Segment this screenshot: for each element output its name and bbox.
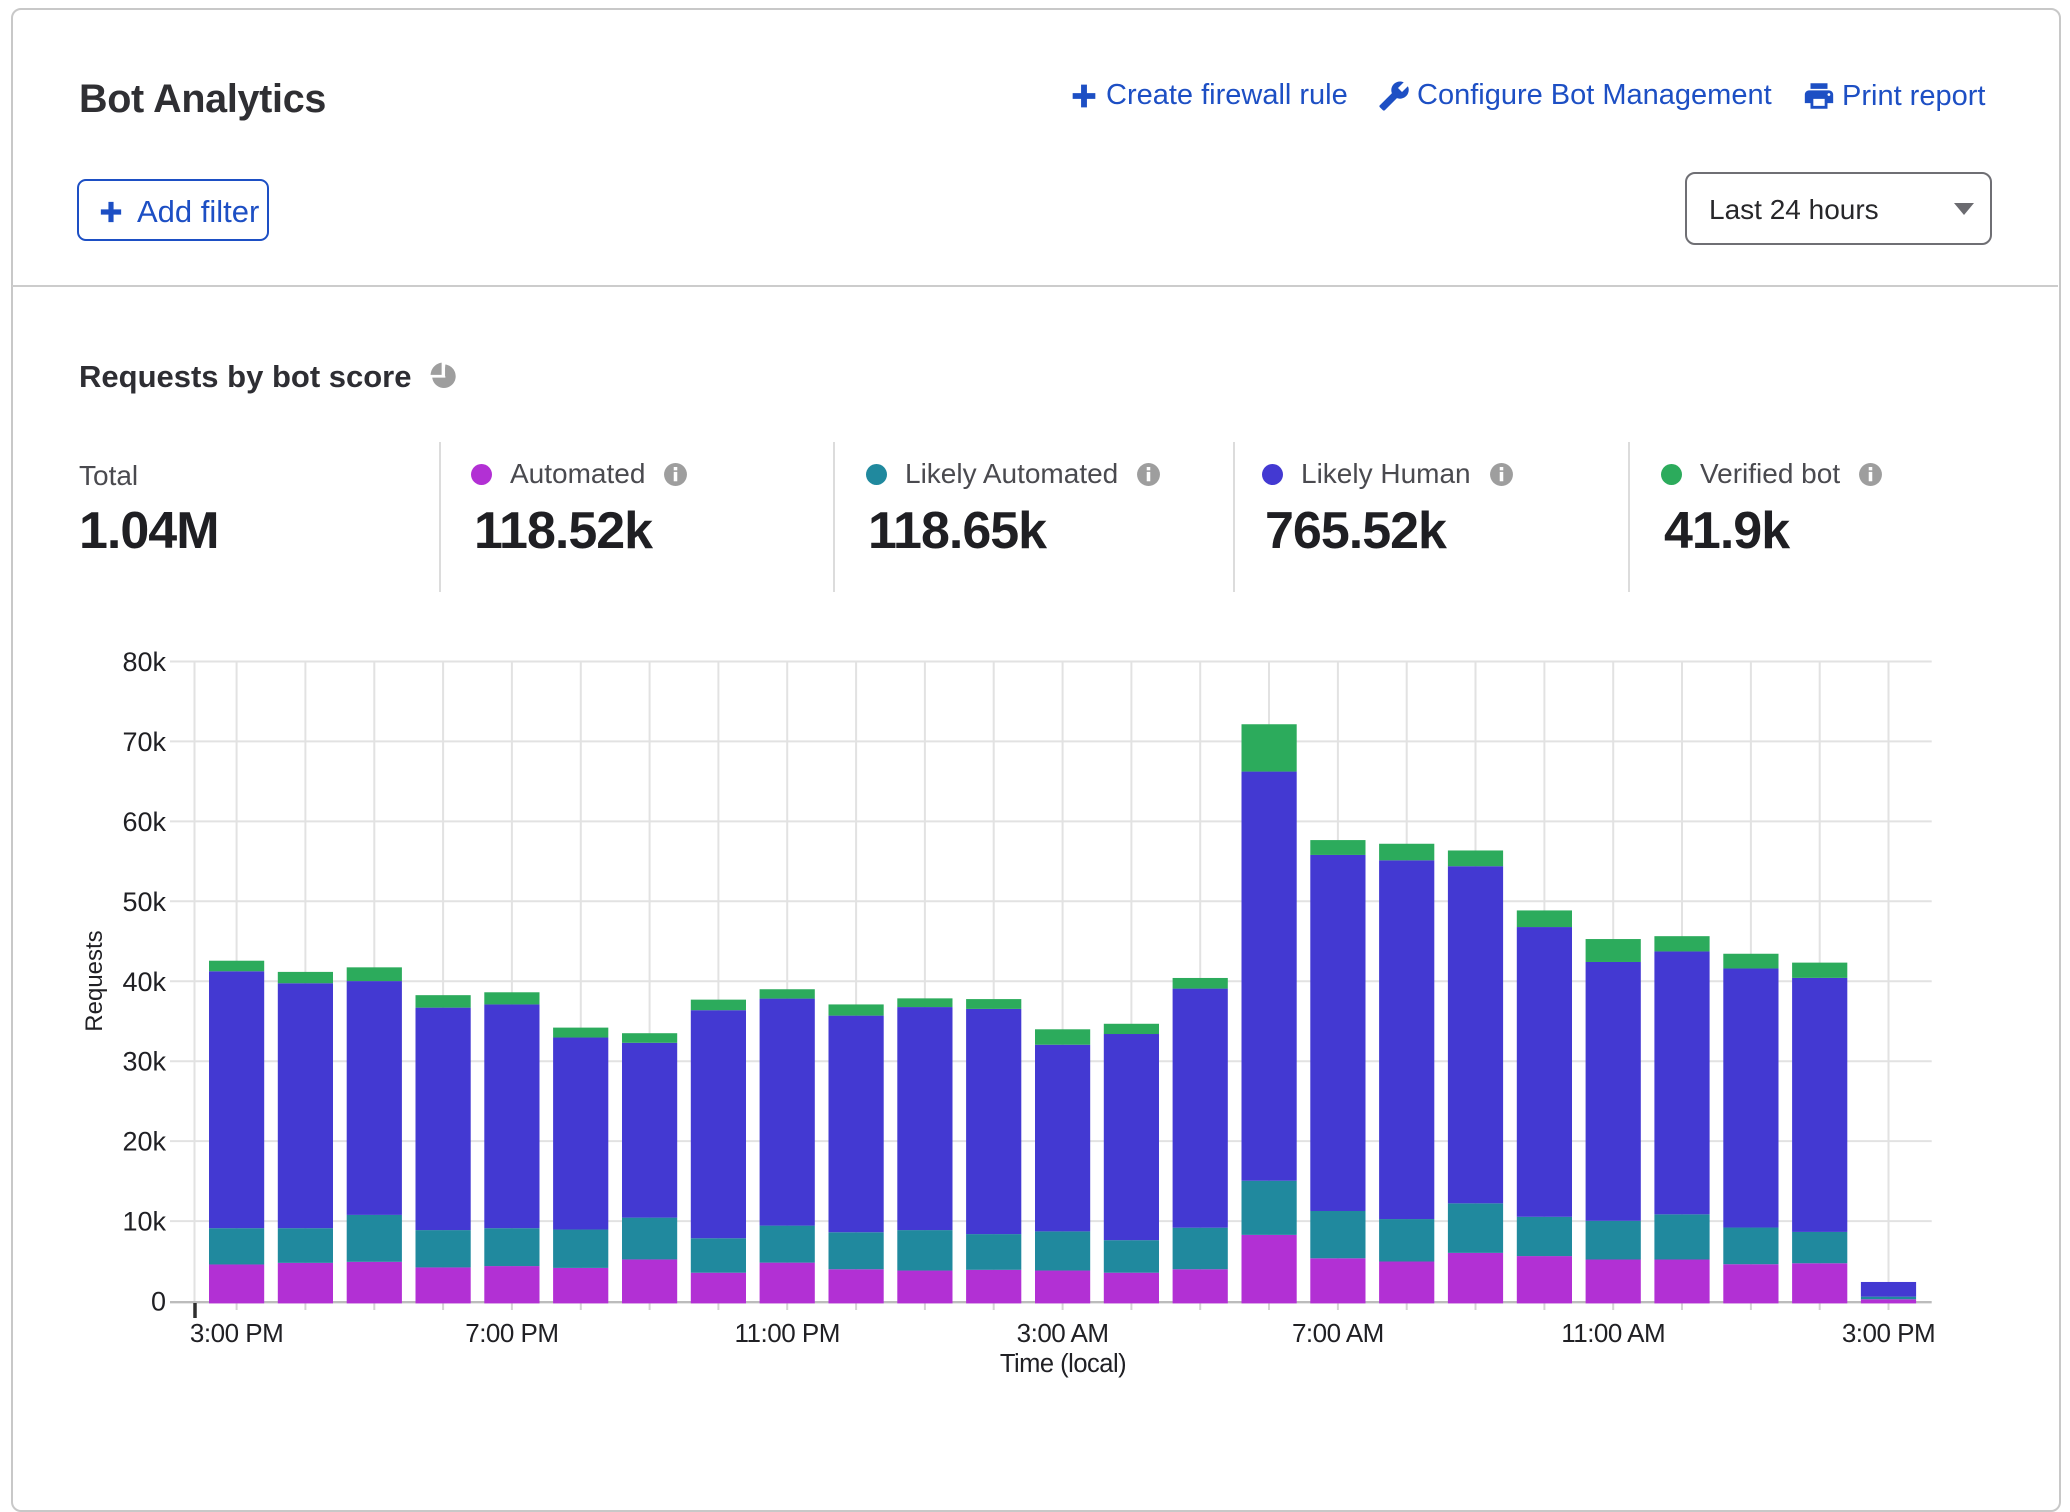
svg-text:60k: 60k bbox=[122, 807, 166, 837]
svg-text:20k: 20k bbox=[122, 1127, 166, 1157]
svg-text:70k: 70k bbox=[122, 727, 166, 757]
svg-text:7:00 AM: 7:00 AM bbox=[1292, 1318, 1384, 1348]
svg-text:10k: 10k bbox=[122, 1207, 166, 1237]
svg-text:3:00 AM: 3:00 AM bbox=[1017, 1318, 1109, 1348]
svg-text:11:00 PM: 11:00 PM bbox=[735, 1318, 840, 1348]
svg-text:50k: 50k bbox=[122, 887, 166, 917]
svg-text:11:00 AM: 11:00 AM bbox=[1561, 1318, 1665, 1348]
svg-text:80k: 80k bbox=[122, 647, 166, 677]
svg-text:7:00 PM: 7:00 PM bbox=[465, 1318, 558, 1348]
svg-text:0: 0 bbox=[151, 1287, 166, 1317]
svg-text:3:00 PM: 3:00 PM bbox=[190, 1318, 283, 1348]
svg-text:Requests: Requests bbox=[81, 930, 108, 1031]
svg-text:40k: 40k bbox=[122, 967, 166, 997]
svg-text:3:00 PM: 3:00 PM bbox=[1842, 1318, 1935, 1348]
svg-text:30k: 30k bbox=[122, 1047, 166, 1077]
svg-text:Time (local): Time (local) bbox=[1000, 1350, 1126, 1378]
